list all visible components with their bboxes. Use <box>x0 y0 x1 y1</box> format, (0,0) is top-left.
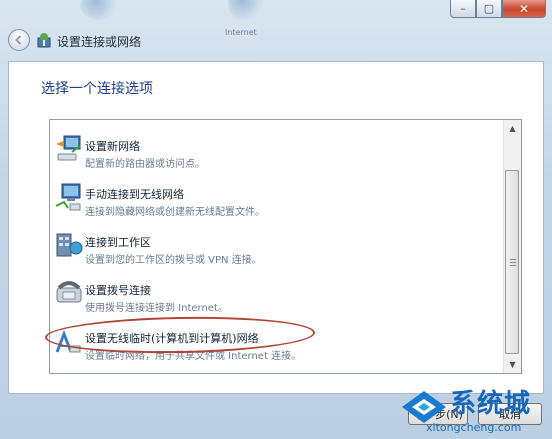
workplace-icon <box>56 233 83 257</box>
glass-decoration <box>228 0 264 22</box>
minimize-button[interactable]: – <box>450 0 476 18</box>
back-arrow-icon <box>15 35 22 45</box>
scrollbar-grip <box>510 265 516 266</box>
scroll-down-arrow-icon[interactable]: ▼ <box>504 356 521 373</box>
watermark-brand: 系统城 <box>450 389 532 419</box>
new-network-icon <box>56 135 81 161</box>
option-description: 使用拨号连接连接到 Internet。 <box>85 303 228 314</box>
window-title: 设置连接或网络 <box>57 35 142 49</box>
close-button[interactable]: ✕ <box>502 0 546 18</box>
option-title: 连接到工作区 <box>85 236 151 249</box>
network-setup-icon <box>37 33 51 48</box>
watermark-url: xitongcheng.com <box>426 421 522 434</box>
option-description: 设置到您的工作区的拨号或 VPN 连接。 <box>85 255 262 266</box>
option-dialup[interactable]: 设置拨号连接 使用拨号连接连接到 Internet。 <box>50 272 505 318</box>
watermark-logo: 系统城 xitongcheng.com <box>398 383 548 437</box>
scrollbar-grip <box>510 259 516 260</box>
option-title: 手动连接到无线网络 <box>85 188 184 201</box>
scroll-up-arrow-icon[interactable]: ▲ <box>504 120 521 137</box>
option-title: 设置拨号连接 <box>85 284 151 297</box>
maximize-button[interactable]: ▢ <box>476 0 502 18</box>
caption-buttons: – ▢ ✕ <box>450 0 546 18</box>
option-description: 配置新的路由器或访问点。 <box>85 159 205 170</box>
scrollbar-grip <box>510 262 516 263</box>
dialup-phone-icon <box>56 281 82 303</box>
glass-decoration <box>80 0 120 20</box>
wireless-network-icon <box>55 183 81 211</box>
scrollbar-thumb[interactable] <box>505 170 519 354</box>
page-heading: 选择一个连接选项 <box>41 81 153 97</box>
window-frame: Internet – ▢ ✕ 设置连接或网络 选择一个连接选项 设置新网络 配置… <box>0 0 552 439</box>
option-description: 连接到隐藏网络或创建新无线配置文件。 <box>85 207 265 218</box>
option-workplace[interactable]: 连接到工作区 设置到您的工作区的拨号或 VPN 连接。 <box>50 224 505 270</box>
background-ghost-text: Internet <box>225 28 257 37</box>
back-button[interactable] <box>8 29 30 51</box>
vertical-scrollbar[interactable]: ▲ ▼ <box>503 120 521 373</box>
option-new-network[interactable]: 设置新网络 配置新的路由器或访问点。 <box>50 128 505 174</box>
option-manual-wireless[interactable]: 手动连接到无线网络 连接到隐藏网络或创建新无线配置文件。 <box>50 176 505 222</box>
watermark-diamond-icon <box>402 391 446 423</box>
option-title: 设置新网络 <box>85 140 140 153</box>
